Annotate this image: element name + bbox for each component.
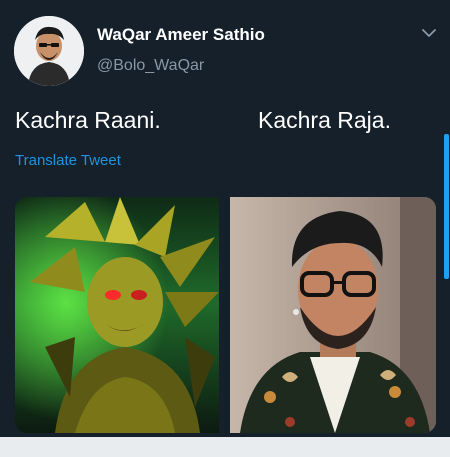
- media-image-right[interactable]: [230, 197, 436, 433]
- media-image-left[interactable]: [15, 197, 219, 433]
- creature-image: [15, 197, 219, 433]
- tweet-card: WaQar Ameer Sathio @Bolo_WaQar Kachra Ra…: [0, 0, 450, 457]
- chevron-down-icon[interactable]: [420, 26, 438, 40]
- scrollbar[interactable]: [444, 134, 449, 279]
- user-handle[interactable]: @Bolo_WaQar: [97, 57, 204, 75]
- display-name[interactable]: WaQar Ameer Sathio: [97, 25, 265, 45]
- portrait-image: [230, 197, 436, 433]
- avatar-image: [14, 16, 84, 86]
- avatar[interactable]: [14, 16, 84, 86]
- tweet-text-left: Kachra Raani.: [15, 107, 161, 133]
- tweet-text-right: Kachra Raja.: [258, 107, 391, 133]
- translate-tweet-link[interactable]: Translate Tweet: [15, 152, 121, 169]
- bottom-strip: [0, 437, 450, 457]
